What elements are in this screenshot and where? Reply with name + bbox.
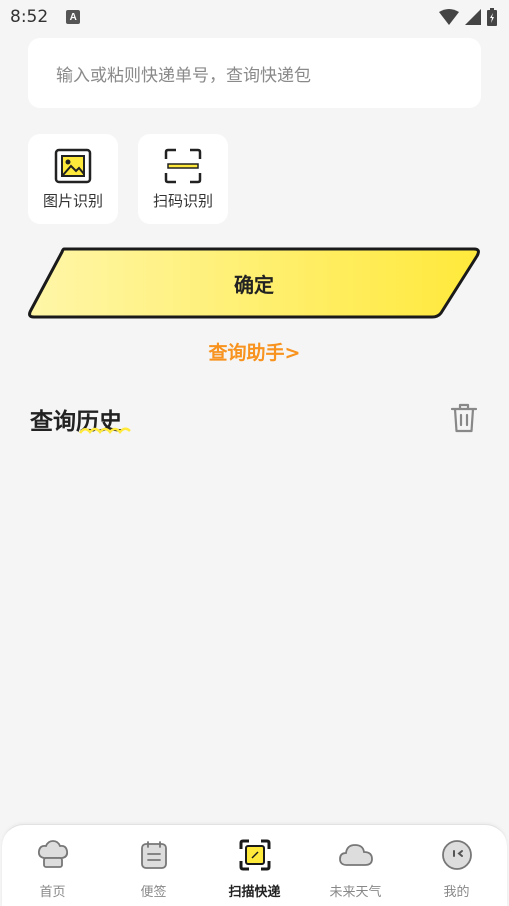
bottom-nav: 首页 便签 扫描快递 未来天气 我的: [2, 824, 507, 906]
nav-item-home[interactable]: 首页: [2, 825, 103, 906]
face-icon: [441, 840, 472, 870]
barcode-recognition-button[interactable]: 扫码识别: [138, 134, 228, 224]
tracking-number-input[interactable]: 输入或粘则快递单号，查询快递包: [28, 38, 481, 108]
nav-item-profile[interactable]: 我的: [406, 825, 507, 906]
image-recognition-button[interactable]: 图片识别: [28, 134, 118, 224]
tool-label: 图片识别: [42, 191, 103, 210]
decorative-underline: [78, 427, 131, 434]
signal-icon: [465, 9, 481, 25]
nav-label: 便签: [140, 885, 167, 900]
image-scan-icon: [54, 148, 92, 183]
tool-label: 扫码识别: [152, 191, 213, 210]
clear-history-button[interactable]: [449, 402, 479, 434]
nav-label: 未来天气: [329, 885, 382, 900]
search-placeholder: 输入或粘则快递单号，查询快递包: [56, 65, 311, 86]
cloud-icon: [338, 844, 373, 866]
confirm-label: 确定: [234, 272, 274, 297]
wifi-icon: [439, 9, 459, 25]
query-helper-link[interactable]: 查询助手>: [0, 338, 509, 365]
notification-icon: A: [66, 10, 81, 24]
status-bar: 8:52 A: [0, 0, 509, 34]
nav-label: 扫描快递: [228, 885, 281, 900]
notepad-icon: [140, 841, 167, 869]
status-time: 8:52: [10, 7, 49, 27]
status-icons: [439, 8, 497, 26]
nav-item-scan-express[interactable]: 扫描快递: [204, 825, 305, 906]
nav-label: 首页: [39, 885, 66, 900]
nav-label: 我的: [443, 885, 470, 900]
nav-item-notes[interactable]: 便签: [103, 825, 204, 906]
barcode-scan-icon: [164, 148, 202, 183]
scan-frame-icon: [239, 839, 270, 871]
nav-item-weather[interactable]: 未来天气: [305, 825, 406, 906]
confirm-button[interactable]: 确定: [26, 246, 482, 320]
chef-hat-icon: [37, 840, 68, 868]
trash-icon: [450, 403, 478, 433]
battery-icon: [487, 8, 497, 26]
